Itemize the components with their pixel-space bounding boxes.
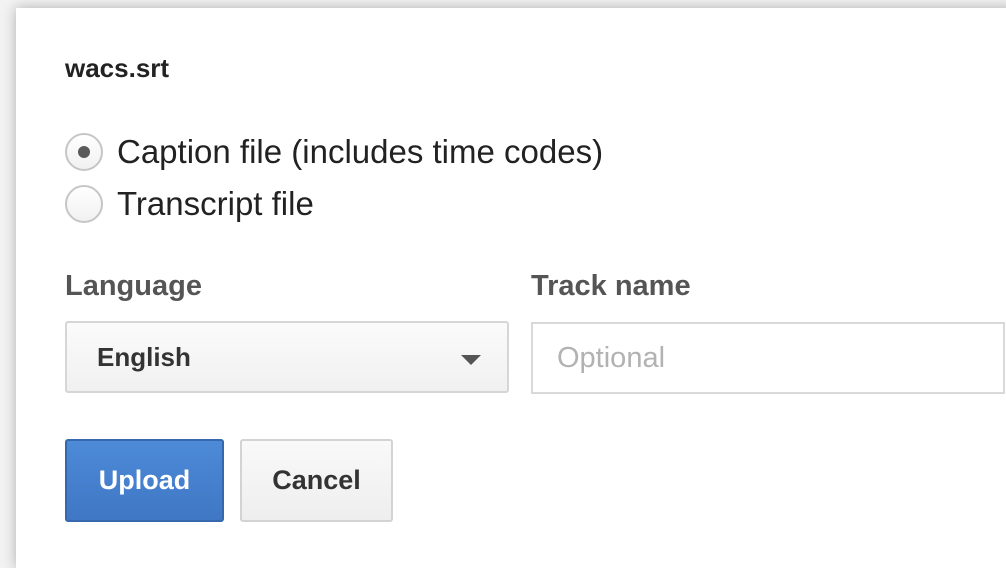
radio-option-caption-file[interactable]: Caption file (includes time codes) [65, 131, 603, 173]
radio-option-transcript-file[interactable]: Transcript file [65, 183, 314, 225]
caption-file-label[interactable]: Caption file (includes time codes) [117, 132, 603, 172]
language-selected-value: English [97, 342, 191, 372]
chevron-down-icon[interactable] [461, 355, 481, 365]
upload-caption-dialog: wacs.srt Caption file (includes time cod… [16, 8, 1006, 568]
cancel-button[interactable]: Cancel [240, 439, 393, 522]
radio-selected-dot [78, 146, 90, 158]
track-name-input[interactable] [531, 322, 1005, 394]
track-name-label: Track name [531, 270, 691, 302]
upload-button[interactable]: Upload [65, 439, 224, 522]
language-select[interactable]: English [65, 321, 509, 393]
language-label: Language [65, 270, 202, 302]
transcript-file-radio[interactable] [65, 185, 103, 223]
caption-file-radio[interactable] [65, 133, 103, 171]
transcript-file-label[interactable]: Transcript file [117, 184, 314, 224]
file-name-title: wacs.srt [65, 53, 170, 83]
